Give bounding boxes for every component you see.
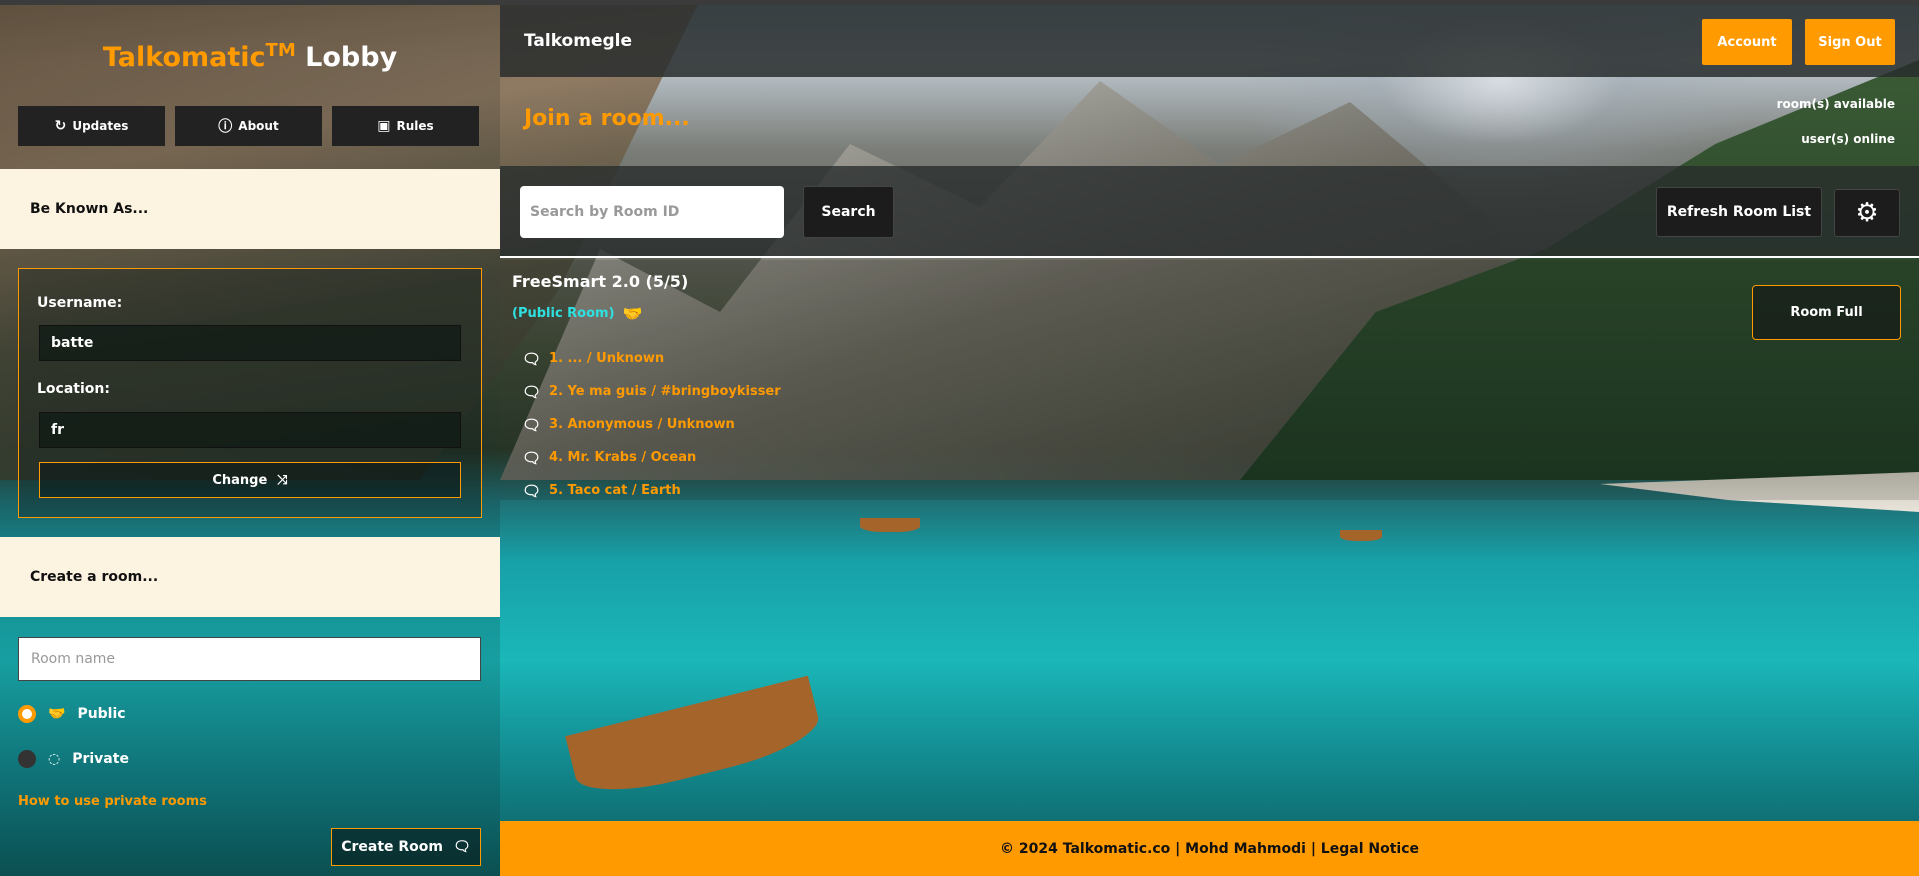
handshake-icon: 🤝 (622, 304, 643, 323)
chat-bubble-icon: 🗨 (453, 839, 471, 855)
username-label: Username: (37, 295, 123, 311)
private-rooms-help-link[interactable]: How to use private rooms (18, 794, 207, 809)
user-entry: 2. Ye ma guis / #bringboykisser (549, 384, 781, 399)
be-known-heading: Be Known As... (0, 169, 500, 249)
username-field[interactable]: batte (39, 325, 461, 361)
chat-bubble-icon: 🗨 (522, 481, 542, 500)
list-item: 🗨 3. Anonymous / Unknown (522, 408, 781, 441)
radio-unselected-icon (18, 750, 36, 768)
clipboard-icon: ▣ (377, 118, 391, 134)
shuffle-icon: ⤨ (277, 472, 288, 488)
create-room-label: Create Room (341, 839, 443, 855)
eye-slash-icon: ◌ (48, 751, 61, 767)
refresh-room-list-button[interactable]: Refresh Room List (1656, 187, 1822, 237)
public-label: Public (77, 706, 126, 722)
boat (1340, 530, 1382, 541)
room-type: (Public Room) 🤝 (512, 304, 642, 323)
list-item: 🗨 1. ... / Unknown (522, 342, 781, 375)
gear-icon: ⚙ (1855, 198, 1879, 228)
logo: TalkomaticTM Lobby (0, 40, 500, 73)
logo-tm: TM (265, 40, 296, 61)
private-label: Private (72, 751, 129, 767)
user-entry: 3. Anonymous / Unknown (549, 417, 735, 432)
user-entry: 1. ... / Unknown (549, 351, 665, 366)
room-full-button[interactable]: Room Full (1752, 285, 1901, 340)
create-room-heading: Create a room... (0, 537, 500, 617)
chat-bubble-icon: 🗨 (522, 448, 542, 467)
updates-button[interactable]: ↻ Updates (18, 106, 165, 146)
users-online: user(s) online (1801, 132, 1895, 146)
join-room-heading: Join a room... (524, 106, 690, 131)
chat-bubble-icon: 🗨 (522, 415, 542, 434)
rules-label: Rules (396, 119, 434, 133)
list-item: 🗨 4. Mr. Krabs / Ocean (522, 441, 781, 474)
updates-label: Updates (72, 119, 129, 133)
chat-bubble-icon: 🗨 (522, 382, 542, 401)
search-button[interactable]: Search (803, 186, 894, 238)
refresh-icon: ↻ (54, 118, 67, 134)
list-item: 🗨 2. Ye ma guis / #bringboykisser (522, 375, 781, 408)
settings-button[interactable]: ⚙ (1834, 189, 1900, 237)
change-label: Change (212, 472, 268, 488)
chat-bubble-icon: 🗨 (522, 349, 542, 368)
info-icon: ⓘ (218, 119, 233, 135)
sidebar-buttons: ↻ Updates ⓘ About ▣ Rules (18, 106, 479, 146)
location-field[interactable]: fr (39, 412, 461, 448)
room-type-label: (Public Room) (512, 306, 615, 321)
user-entry: 4. Mr. Krabs / Ocean (549, 450, 697, 465)
change-button[interactable]: Change ⤨ (39, 462, 461, 498)
about-button[interactable]: ⓘ About (175, 106, 322, 146)
room-title: FreeSmart 2.0 (5/5) (512, 272, 689, 291)
room-user-list: 🗨 1. ... / Unknown 🗨 2. Ye ma guis / #brin… (522, 342, 781, 507)
private-radio[interactable]: ◌ Private (18, 750, 129, 768)
user-entry: 5. Taco cat / Earth (549, 483, 681, 498)
boat (860, 518, 920, 532)
handshake-icon: 🤝 (48, 706, 66, 722)
about-label: About (238, 119, 279, 133)
room-name-input[interactable]: Room name (18, 637, 481, 681)
footer: © 2024 Talkomatic.co | Mohd Mahmodi | Le… (500, 821, 1919, 876)
radio-selected-icon (18, 705, 36, 723)
room-id-search-input[interactable]: Search by Room ID (520, 186, 784, 238)
identity-form: Username: batte Location: fr Change ⤨ (18, 268, 482, 518)
rooms-available: room(s) available (1776, 97, 1895, 111)
rules-button[interactable]: ▣ Rules (332, 106, 479, 146)
logo-brand: Talkomatic (102, 42, 266, 73)
sign-out-button[interactable]: Sign Out (1805, 19, 1895, 65)
app-name: Talkomegle (524, 31, 633, 51)
top-header: Talkomegle Account Sign Out (500, 5, 1919, 77)
create-room-button[interactable]: Create Room 🗨 (331, 828, 481, 866)
location-label: Location: (37, 381, 110, 397)
list-item: 🗨 5. Taco cat / Earth (522, 474, 781, 507)
account-button[interactable]: Account (1702, 19, 1792, 65)
logo-lobby: Lobby (305, 42, 398, 73)
public-radio[interactable]: 🤝 Public (18, 705, 126, 723)
